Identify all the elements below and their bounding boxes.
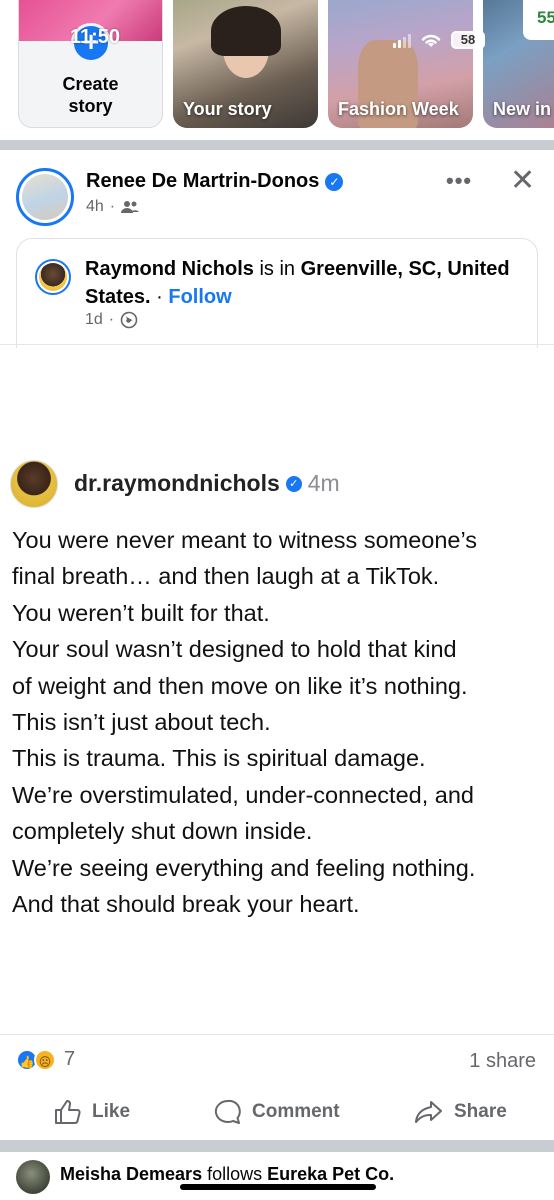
globe-icon <box>120 311 138 329</box>
stories-strip: + Create story Your story Fashion Week 5… <box>0 0 554 140</box>
embedded-caption[interactable]: You were never meant to witness someone’… <box>12 522 548 922</box>
caption-line: final breath… and then laugh at a TikTok… <box>12 563 440 590</box>
section-divider <box>0 1140 554 1152</box>
share-label: Share <box>454 1101 507 1122</box>
create-story-card[interactable]: + Create story <box>18 0 163 128</box>
footer-avatar[interactable] <box>16 1160 50 1194</box>
close-icon[interactable]: ✕ <box>510 166 535 196</box>
signal-icon <box>393 32 411 48</box>
caption-line: Your soul wasn’t designed to hold that k… <box>12 636 457 663</box>
reaction-summary[interactable]: 👍 ☹ 7 <box>16 1048 75 1071</box>
footer-actor[interactable]: Meisha Demears <box>60 1164 202 1184</box>
care-reaction-icon: ☹ <box>34 1048 56 1071</box>
divider <box>0 1034 554 1035</box>
verified-badge-icon: ✓ <box>285 475 302 492</box>
story-label: Fashion Week <box>338 99 459 119</box>
reaction-count: 7 <box>64 1048 76 1070</box>
wifi-icon <box>421 34 441 47</box>
footer-activity: Meisha Demears follows Eureka Pet Co. <box>60 1164 395 1184</box>
shared-author[interactable]: Raymond Nichols <box>85 258 254 280</box>
friends-audience-icon <box>121 201 140 213</box>
shared-meta: 1d · <box>85 311 138 329</box>
author-avatar[interactable] <box>16 168 74 226</box>
caption-line: You were never meant to witness someone’… <box>12 527 478 553</box>
story-card-your-story[interactable]: Your story <box>173 0 318 128</box>
share-arrow-icon <box>415 1101 442 1123</box>
like-button[interactable]: Like <box>54 1090 130 1134</box>
caption-line: This is trauma. This is spiritual damage… <box>12 745 426 772</box>
shared-avatar[interactable] <box>35 259 71 295</box>
embedded-time: 4m <box>307 470 340 496</box>
story-label: Your story <box>183 99 272 119</box>
status-time: 11:50 <box>70 26 121 48</box>
like-label: Like <box>92 1101 131 1122</box>
embedded-username: dr.raymondnichols <box>74 470 280 496</box>
caption-line: You weren’t built for that. <box>12 599 270 626</box>
comment-button[interactable]: Comment <box>214 1090 340 1134</box>
post-time[interactable]: 4h <box>86 198 104 216</box>
next-feed-item[interactable]: Meisha Demears follows Eureka Pet Co. <box>0 1152 554 1200</box>
comment-icon <box>214 1099 241 1124</box>
post-author[interactable]: Renee De Martrin-Donos ✓ <box>86 170 344 193</box>
comment-label: Comment <box>252 1101 340 1122</box>
shared-time[interactable]: 1d <box>85 311 103 329</box>
caption-line: And that should break your heart. <box>12 891 360 918</box>
embedded-avatar <box>10 460 58 508</box>
footer-target[interactable]: Eureka Pet Co. <box>267 1164 394 1184</box>
create-story-label: Create story <box>62 74 119 116</box>
post-meta: 4h · <box>86 198 140 216</box>
author-name[interactable]: Renee De Martrin-Donos <box>86 170 319 193</box>
more-options-icon[interactable]: ••• <box>446 168 472 194</box>
thumbs-up-icon <box>55 1100 81 1124</box>
caption-line: We’re seeing everything and feeling noth… <box>12 854 476 881</box>
verified-badge-icon: ✓ <box>325 172 344 191</box>
caption-line: of weight and then move on like it’s not… <box>12 672 468 699</box>
story-label: New in <box>493 99 552 119</box>
shared-header: Raymond Nichols is in Greenville, SC, Un… <box>85 258 510 308</box>
battery-icon: 58 <box>451 31 485 49</box>
status-icons: 58 <box>393 30 485 50</box>
shared-post-box[interactable]: Raymond Nichols is in Greenville, SC, Un… <box>16 238 538 348</box>
caption-line: We’re overstimulated, under-connected, a… <box>12 781 474 808</box>
caption-line: This isn’t just about tech. <box>12 709 271 736</box>
post-actions: Like Comment Share <box>0 1090 554 1134</box>
section-divider <box>0 140 554 150</box>
promo-badge: 55 <box>523 0 554 40</box>
divider <box>0 344 554 345</box>
home-indicator[interactable] <box>180 1184 376 1190</box>
story-card-fashion-week[interactable]: Fashion Week <box>328 0 473 128</box>
share-button[interactable]: Share <box>414 1090 507 1134</box>
caption-line: completely shut down inside. <box>12 818 313 845</box>
share-count[interactable]: 1 share <box>469 1050 536 1073</box>
follow-link[interactable]: Follow <box>168 286 231 308</box>
embedded-header: dr.raymondnichols ✓ 4m <box>74 470 340 497</box>
story-card-new-in[interactable]: 55 New in <box>483 0 554 128</box>
